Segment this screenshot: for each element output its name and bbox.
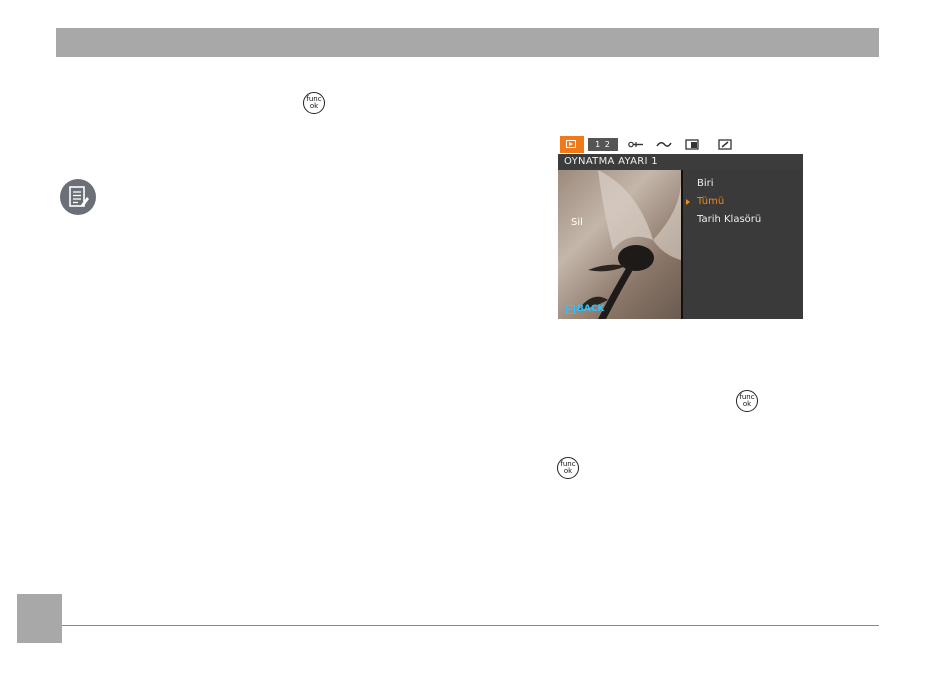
menu-panel: Biri Tümü Tarih Klasörü: [683, 170, 803, 319]
back-label: BACK: [577, 304, 605, 314]
camera-screen: 1 2 OYNATMA AYARI 1 Sil ↩ BACK Biri Tümü…: [558, 135, 803, 319]
header-bar: [56, 28, 879, 57]
delete-label: Sil: [571, 217, 583, 228]
selection-arrow-icon: [686, 199, 690, 205]
note-icon: [60, 179, 96, 215]
menu-item-tarih-klasoru[interactable]: Tarih Klasörü: [697, 214, 761, 225]
ok-label: ok: [309, 102, 319, 110]
menu-item-biri[interactable]: Biri: [697, 178, 714, 189]
playback-tab[interactable]: [560, 136, 584, 153]
scissors-icon[interactable]: [628, 139, 644, 150]
flower-photo: [578, 170, 681, 319]
back-button[interactable]: ↩ BACK: [566, 304, 604, 314]
back-icon: ↩: [566, 304, 575, 314]
page-number-box: [17, 594, 62, 643]
playback-icon: [566, 140, 576, 148]
edit-icon[interactable]: [718, 139, 734, 150]
ok-label: ok: [742, 400, 752, 408]
redo-icon[interactable]: [655, 139, 673, 150]
menu-tab-bar: 1 2: [558, 135, 803, 154]
photo-thumbnail: Sil ↩ BACK: [558, 170, 681, 319]
func-ok-button-icon: func ok: [736, 390, 758, 412]
section-title: OYNATMA AYARI 1: [558, 154, 803, 170]
ok-label: ok: [563, 467, 573, 475]
func-ok-button-icon: func ok: [557, 457, 579, 479]
slideshow-icon[interactable]: [685, 139, 701, 150]
func-ok-button-icon: func ok: [303, 92, 325, 114]
footer-line: [62, 625, 879, 626]
page-indicator: 1 2: [588, 138, 618, 151]
menu-item-tumu[interactable]: Tümü: [697, 196, 724, 207]
